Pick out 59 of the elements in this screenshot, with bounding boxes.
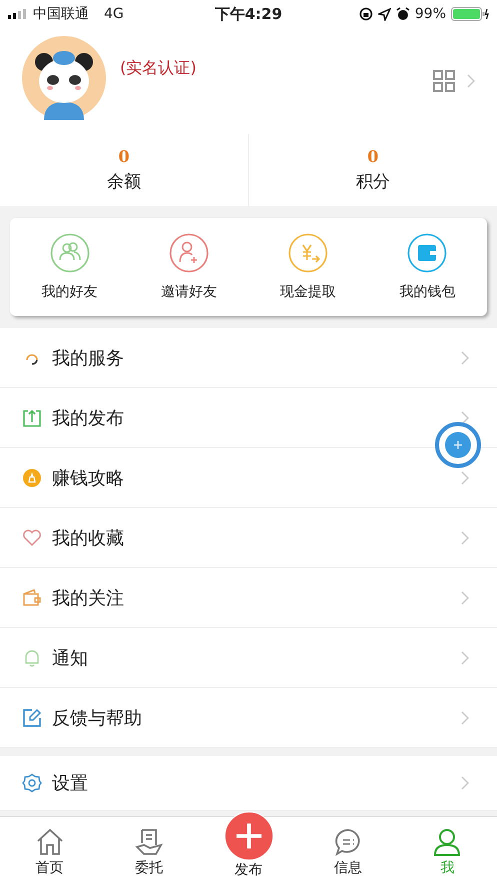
location-icon — [378, 8, 391, 20]
chat-bubble-icon — [332, 827, 363, 857]
chevron-icon — [467, 74, 475, 88]
menu-item[interactable]: 通知 — [0, 628, 497, 688]
action-label: 邀请好友 — [160, 283, 217, 301]
signal-icon — [8, 9, 28, 19]
action-label: 现金提取 — [280, 283, 336, 301]
rotation-lock-icon — [358, 7, 373, 21]
house-icon — [34, 827, 65, 857]
person-icon — [432, 827, 462, 857]
menu-label: 我的收藏 — [52, 526, 125, 550]
stat-value: 0 — [367, 147, 379, 166]
edit-icon — [22, 708, 42, 728]
network-type: 4G — [104, 6, 124, 22]
chevron-icon — [461, 530, 469, 544]
battery-icon — [451, 7, 489, 21]
menu-label: 通知 — [52, 646, 89, 670]
menu-label: 我的发布 — [52, 406, 125, 430]
chevron-icon — [461, 470, 469, 484]
menu-item[interactable]: 反馈与帮助 — [0, 688, 497, 748]
verify-link[interactable]: (实名认证) — [120, 58, 433, 79]
document-hand-icon — [134, 827, 164, 857]
wallet-icon[interactable] — [407, 233, 448, 273]
menu-item[interactable]: 我的关注 — [0, 568, 497, 628]
panda-avatar[interactable] — [22, 36, 106, 120]
tab-item[interactable]: 信息 — [298, 811, 398, 883]
alarm-icon — [396, 7, 410, 21]
menu-label: 反馈与帮助 — [52, 706, 143, 730]
chevron-icon — [461, 650, 469, 664]
menu-label: 赚钱攻略 — [52, 466, 125, 490]
stat-label: 积分 — [356, 171, 390, 193]
menu-item[interactable]: 我的服务 — [0, 328, 497, 388]
battery-percent: 99% — [414, 6, 446, 22]
carrier-name: 中国联通 — [33, 5, 89, 23]
settings-icon — [22, 773, 42, 793]
people-icon[interactable] — [50, 233, 90, 273]
status-time: 下午4:29 — [214, 4, 282, 24]
chevron-icon — [461, 710, 469, 724]
tab-item[interactable]: 首页 — [0, 811, 100, 883]
chevron-icon — [461, 350, 469, 364]
stat-label: 余额 — [107, 171, 141, 193]
chevron-icon — [461, 410, 469, 424]
wallet-icon — [22, 588, 42, 606]
menu-label: 我的服务 — [52, 346, 125, 370]
chevron-icon — [461, 590, 469, 604]
action-label: 我的钱包 — [399, 283, 456, 301]
yuan-icon[interactable] — [288, 233, 328, 273]
action-label: 我的好友 — [42, 283, 98, 301]
chevron-icon — [461, 776, 469, 790]
upload-icon — [22, 408, 42, 428]
heart-icon — [22, 528, 42, 546]
menu-item[interactable]: 设置 — [0, 756, 497, 811]
menu-label: 我的关注 — [52, 586, 125, 610]
add-person-icon[interactable] — [168, 233, 209, 273]
qr-code-icon[interactable] — [433, 70, 455, 92]
menu-label: 设置 — [52, 772, 89, 795]
tab-item[interactable]: 委托 — [99, 811, 199, 883]
menu-item[interactable]: 我的收藏 — [0, 508, 497, 568]
stat-value: 0 — [118, 147, 130, 166]
